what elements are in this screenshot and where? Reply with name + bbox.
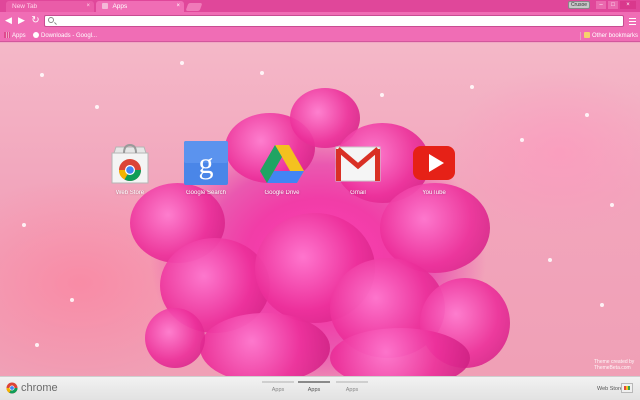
app-google-search[interactable]: g Google Search [182,139,230,196]
page-label: Apps [271,387,285,393]
forward-button[interactable]: ▶ [16,15,27,26]
app-google-drive[interactable]: Google Drive [258,139,306,196]
bookmark-apps[interactable]: Apps [4,30,26,42]
page-label: Apps [345,387,359,393]
tab-title: New Tab [12,3,38,10]
tab-apps[interactable]: Apps × [96,1,184,12]
folder-icon [584,32,590,38]
google-drive-icon [260,145,304,183]
app-web-store[interactable]: Web Store [106,139,154,196]
bookmarks-bar: Apps Downloads - Googl... Other bookmark… [0,30,640,42]
back-button[interactable]: ◀ [3,15,14,26]
tab-new-tab[interactable]: New Tab × [6,1,94,12]
app-label: Google Search [185,190,227,196]
svg-text:g: g [199,147,214,180]
apps-grid-icon [4,32,10,38]
ntp-footer: chrome Apps Apps Apps Web Store [0,376,640,400]
profile-button[interactable]: Crusoe [568,1,590,9]
page-indicator [336,381,368,383]
chrome-logo-icon [6,382,18,394]
page-label: Apps [307,387,321,393]
bookmark-label: Downloads - Googl... [41,33,98,39]
page-switcher-1[interactable]: Apps [262,379,294,399]
chrome-web-store-icon [111,143,149,184]
reload-button[interactable]: ↻ [30,15,41,26]
apps-favicon-icon [102,3,108,9]
web-store-link[interactable]: Web Store [597,386,623,392]
address-bar[interactable] [44,15,624,27]
other-bookmarks[interactable]: Other bookmarks [584,30,638,42]
app-label: Gmail [350,190,366,196]
app-label: Web Store [115,190,145,196]
credit-line: ThemeBeta.com [594,365,631,371]
gmail-icon [335,146,381,182]
page-switcher-3[interactable]: Apps [336,379,368,399]
tab-title: Apps [112,3,128,10]
chrome-wordmark: chrome [21,382,58,394]
bookmark-downloads[interactable]: Downloads - Googl... [33,30,97,42]
google-search-icon: g [184,141,228,185]
search-icon [48,17,54,23]
bookmark-label: Apps [12,33,26,39]
apps-page: Web Store g Google Search Google Drive G… [0,43,640,376]
maximize-button[interactable]: □ [608,1,618,9]
youtube-icon [413,146,455,180]
close-tab-icon[interactable]: × [86,1,90,12]
web-store-icon[interactable] [621,383,633,393]
page-indicator [262,381,294,383]
app-gmail[interactable]: Gmail [334,139,382,196]
new-tab-button[interactable] [185,3,203,11]
chrome-menu-icon[interactable] [629,16,637,26]
page-indicator [298,381,330,383]
app-label: YouTube [422,190,446,196]
app-youtube[interactable]: YouTube [410,139,458,196]
toolbar: ◀ ▶ ↻ [0,12,640,30]
google-icon [33,32,39,38]
bookmark-separator [580,32,581,40]
tab-strip: New Tab × Apps × Crusoe – □ × [0,0,640,12]
page-switcher-2[interactable]: Apps [298,379,330,399]
minimize-button[interactable]: – [596,1,606,9]
close-window-button[interactable]: × [620,1,636,9]
bookmark-label: Other bookmarks [592,33,639,39]
close-tab-icon[interactable]: × [176,1,180,12]
app-label: Google Drive [264,190,300,196]
theme-credit: Theme created by ThemeBeta.com [594,359,634,371]
